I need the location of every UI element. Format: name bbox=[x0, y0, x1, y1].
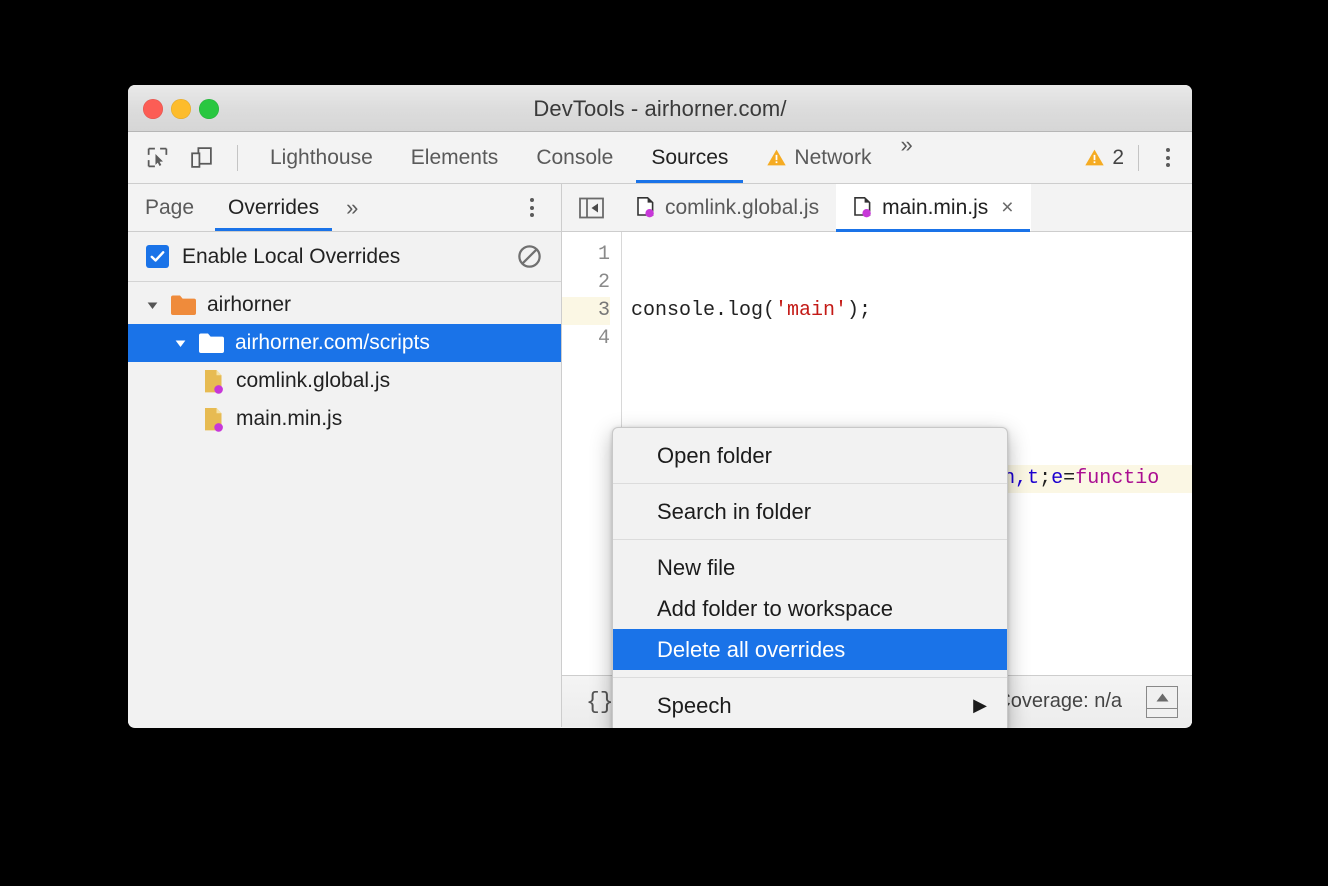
warning-triangle-icon bbox=[1084, 147, 1105, 168]
window-title: DevTools - airhorner.com/ bbox=[128, 96, 1192, 122]
menu-item-label: Open folder bbox=[657, 443, 772, 469]
line-number: 4 bbox=[562, 325, 610, 353]
tree-row-comlink-global-js[interactable]: comlink.global.js bbox=[128, 362, 561, 400]
editor-tab-label: comlink.global.js bbox=[665, 196, 819, 220]
toolbar-divider bbox=[1138, 145, 1139, 171]
javascript-file-override-icon bbox=[852, 196, 873, 220]
context-menu: Open folder Search in folder New file Ad… bbox=[612, 427, 1008, 728]
devtools-main-menu-icon[interactable] bbox=[1153, 143, 1183, 173]
menu-item-label: New file bbox=[657, 555, 735, 581]
triangle-up-glyph bbox=[1156, 687, 1169, 708]
screenshot-stage: DevTools - airhorner.com/ bbox=[0, 0, 1328, 886]
clear-configuration-icon[interactable] bbox=[516, 243, 543, 270]
menu-separator bbox=[613, 483, 1007, 484]
device-toolbar-icon[interactable] bbox=[184, 141, 218, 175]
nav-tab-overrides[interactable]: Overrides bbox=[211, 184, 336, 231]
submenu-arrow-icon: ▶ bbox=[973, 695, 987, 716]
javascript-file-override-icon bbox=[201, 406, 226, 433]
inspect-element-icon[interactable] bbox=[140, 141, 174, 175]
tab-label: Sources bbox=[651, 146, 728, 170]
menu-item-search-in-folder[interactable]: Search in folder bbox=[613, 491, 1007, 532]
line-number: 3 bbox=[562, 297, 610, 325]
tree-item-label: airhorner bbox=[207, 293, 291, 317]
menu-item-new-file[interactable]: New file bbox=[613, 547, 1007, 588]
tree-item-label: comlink.global.js bbox=[236, 369, 390, 393]
menu-item-add-folder-to-workspace[interactable]: Add folder to workspace bbox=[613, 588, 1007, 629]
tab-console[interactable]: Console bbox=[517, 132, 632, 183]
tab-elements[interactable]: Elements bbox=[392, 132, 518, 183]
tab-label: Console bbox=[536, 146, 613, 170]
tab-label: Network bbox=[794, 146, 871, 170]
close-tab-icon[interactable]: × bbox=[1001, 196, 1013, 220]
overrides-toolbar: Enable Local Overrides bbox=[128, 232, 561, 282]
nav-tab-page[interactable]: Page bbox=[128, 184, 211, 231]
tab-network[interactable]: Network bbox=[747, 132, 890, 183]
window-titlebar: DevTools - airhorner.com/ bbox=[128, 85, 1192, 132]
tab-sources[interactable]: Sources bbox=[632, 132, 747, 183]
overrides-file-tree: airhorner airhorner bbox=[128, 282, 561, 727]
expand-triangle-icon[interactable] bbox=[174, 337, 187, 350]
folder-icon bbox=[198, 332, 225, 354]
enable-local-overrides-label: Enable Local Overrides bbox=[182, 245, 400, 269]
tab-label: Lighthouse bbox=[270, 146, 373, 170]
tab-lighthouse[interactable]: Lighthouse bbox=[251, 132, 392, 183]
editor-tab-label: main.min.js bbox=[882, 196, 988, 220]
tree-item-label: main.min.js bbox=[236, 407, 342, 431]
menu-separator bbox=[613, 539, 1007, 540]
expand-triangle-icon[interactable] bbox=[146, 299, 159, 312]
toolbar-divider bbox=[237, 145, 238, 171]
collapse-navigator-icon[interactable] bbox=[562, 184, 619, 231]
navigator-more-tabs-button[interactable]: » bbox=[336, 195, 368, 221]
navigator-tabbar: Page Overrides » bbox=[128, 184, 561, 232]
javascript-file-override-icon bbox=[635, 196, 656, 220]
devtools-window: DevTools - airhorner.com/ bbox=[128, 85, 1192, 728]
nav-tab-label: Overrides bbox=[228, 196, 319, 220]
code-line-1: console.log('main'); bbox=[631, 297, 1192, 325]
toolbar-icon-group bbox=[128, 141, 251, 175]
tree-row-airhorner[interactable]: airhorner bbox=[128, 286, 561, 324]
editor-tabbar: comlink.global.js main.min.js × bbox=[562, 184, 1192, 232]
editor-tab-comlink-global-js[interactable]: comlink.global.js bbox=[619, 184, 836, 231]
issues-warning-badge[interactable]: 2 bbox=[1084, 146, 1124, 170]
menu-item-delete-all-overrides[interactable]: Delete all overrides bbox=[613, 629, 1007, 670]
line-number: 1 bbox=[562, 241, 610, 269]
tree-row-main-min-js[interactable]: main.min.js bbox=[128, 400, 561, 438]
editor-tab-main-min-js[interactable]: main.min.js × bbox=[836, 184, 1030, 231]
devtools-main-toolbar: Lighthouse Elements Console Sources bbox=[128, 132, 1192, 184]
javascript-file-override-icon bbox=[201, 368, 226, 395]
folder-icon bbox=[170, 294, 197, 316]
warning-triangle-icon bbox=[766, 147, 787, 168]
code-line-2 bbox=[631, 381, 1192, 409]
toolbar-right-group: 2 bbox=[1084, 143, 1192, 173]
menu-item-label: Delete all overrides bbox=[657, 637, 845, 663]
nav-tab-label: Page bbox=[145, 196, 194, 220]
drawer-bar bbox=[1147, 708, 1177, 717]
more-tabs-button[interactable]: » bbox=[890, 132, 922, 183]
menu-item-label: Search in folder bbox=[657, 499, 811, 525]
warning-count-label: 2 bbox=[1112, 146, 1124, 170]
coverage-label: Coverage: n/a bbox=[996, 690, 1122, 713]
menu-item-speech[interactable]: Speech ▶ bbox=[613, 685, 1007, 726]
tab-label: Elements bbox=[411, 146, 499, 170]
navigator-pane: Page Overrides » Enable Local Overrides bbox=[128, 184, 562, 727]
show-drawer-icon[interactable] bbox=[1146, 686, 1178, 718]
panel-tabs: Lighthouse Elements Console Sources bbox=[251, 132, 923, 183]
line-number: 2 bbox=[562, 269, 610, 297]
tree-row-airhorner-com-scripts[interactable]: airhorner.com/scripts bbox=[128, 324, 561, 362]
navigator-menu-icon[interactable] bbox=[517, 193, 547, 223]
menu-separator bbox=[613, 677, 1007, 678]
menu-item-open-folder[interactable]: Open folder bbox=[613, 435, 1007, 476]
tree-item-label: airhorner.com/scripts bbox=[235, 331, 430, 355]
menu-item-label: Add folder to workspace bbox=[657, 596, 893, 622]
menu-item-label: Speech bbox=[657, 693, 732, 719]
enable-local-overrides-checkbox[interactable] bbox=[146, 245, 169, 268]
